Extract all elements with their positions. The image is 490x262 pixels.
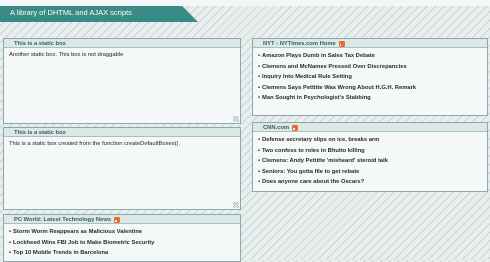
- static-box-1: This is a static box Another static box.…: [3, 38, 241, 124]
- news-link[interactable]: Clemens Says Pettitte Was Wrong About H.…: [258, 83, 483, 94]
- static-box-2-header: This is a static box: [4, 128, 240, 137]
- static-box-1-body: Another static box. This box is not drag…: [9, 52, 124, 58]
- resize-handle[interactable]: [233, 202, 239, 208]
- news-link[interactable]: Defense secretary slips on ice, breaks a…: [258, 135, 483, 146]
- resize-handle[interactable]: [233, 116, 239, 122]
- rss-feed-icon[interactable]: [292, 124, 299, 131]
- nyt-feed-header[interactable]: NYT - NYTimes.com Home: [253, 39, 487, 48]
- cnn-feed-body: Defense secretary slips on ice, breaks a…: [253, 132, 487, 188]
- news-link[interactable]: Does anyone care about the Oscars?: [258, 177, 483, 188]
- cnn-feed-title: CNN.com: [263, 124, 290, 131]
- news-link[interactable]: Clemens: Andy Pettitte 'misheard' steroi…: [258, 156, 483, 167]
- pcworld-feed-title: PC World: Latest Technology News: [14, 216, 112, 223]
- news-link[interactable]: Storm Worm Reappears as Malicious Valent…: [9, 227, 236, 238]
- static-box-2: This is a static box This is a static bo…: [3, 127, 241, 210]
- cnn-news-list: Defense secretary slips on ice, breaks a…: [258, 135, 483, 188]
- static-box-1-title: This is a static box: [14, 40, 66, 47]
- nyt-feed-title: NYT - NYTimes.com Home: [263, 40, 336, 47]
- news-link[interactable]: Lockheed Wins FBI Job to Make Biometric …: [9, 238, 236, 249]
- pcworld-feed-body: Storm Worm Reappears as Malicious Valent…: [4, 224, 240, 259]
- pcworld-feed-box: PC World: Latest Technology News Storm W…: [3, 214, 241, 262]
- news-link[interactable]: Inquiry Into Medical Rule Setting: [258, 72, 483, 83]
- static-box-2-title: This is a static box: [14, 129, 66, 136]
- site-banner: A library of DHTML and AJAX scripts: [0, 6, 198, 22]
- cnn-feed-header[interactable]: CNN.com: [253, 123, 487, 132]
- news-link[interactable]: Man Sought in Psychologist's Stabbing: [258, 93, 483, 104]
- news-link[interactable]: Top 10 Mobile Trends in Barcelona: [9, 248, 236, 259]
- cnn-feed-box: CNN.com Defense secretary slips on ice, …: [252, 122, 488, 192]
- nyt-news-list: Amazon Plays Dumb in Sales Tax Debate Cl…: [258, 51, 483, 104]
- rss-feed-icon[interactable]: [114, 216, 121, 223]
- pcworld-news-list: Storm Worm Reappears as Malicious Valent…: [9, 227, 236, 259]
- top-strip: [0, 0, 490, 6]
- news-link[interactable]: Seniors: You gotta file to get rebate: [258, 167, 483, 178]
- static-box-1-header: This is a static box: [4, 39, 240, 48]
- nyt-feed-body: Amazon Plays Dumb in Sales Tax Debate Cl…: [253, 48, 487, 104]
- news-link[interactable]: Clemens and McNamee Pressed Over Discrep…: [258, 62, 483, 73]
- pcworld-feed-header[interactable]: PC World: Latest Technology News: [4, 215, 240, 224]
- rss-feed-icon[interactable]: [338, 40, 345, 47]
- nyt-feed-box: NYT - NYTimes.com Home Amazon Plays Dumb…: [252, 38, 488, 116]
- static-box-2-body: This is a static box created from the fu…: [9, 141, 181, 147]
- news-link[interactable]: Two confess to roles in Bhutto killing: [258, 146, 483, 157]
- banner-text: A library of DHTML and AJAX scripts: [10, 8, 132, 17]
- news-link[interactable]: Amazon Plays Dumb in Sales Tax Debate: [258, 51, 483, 62]
